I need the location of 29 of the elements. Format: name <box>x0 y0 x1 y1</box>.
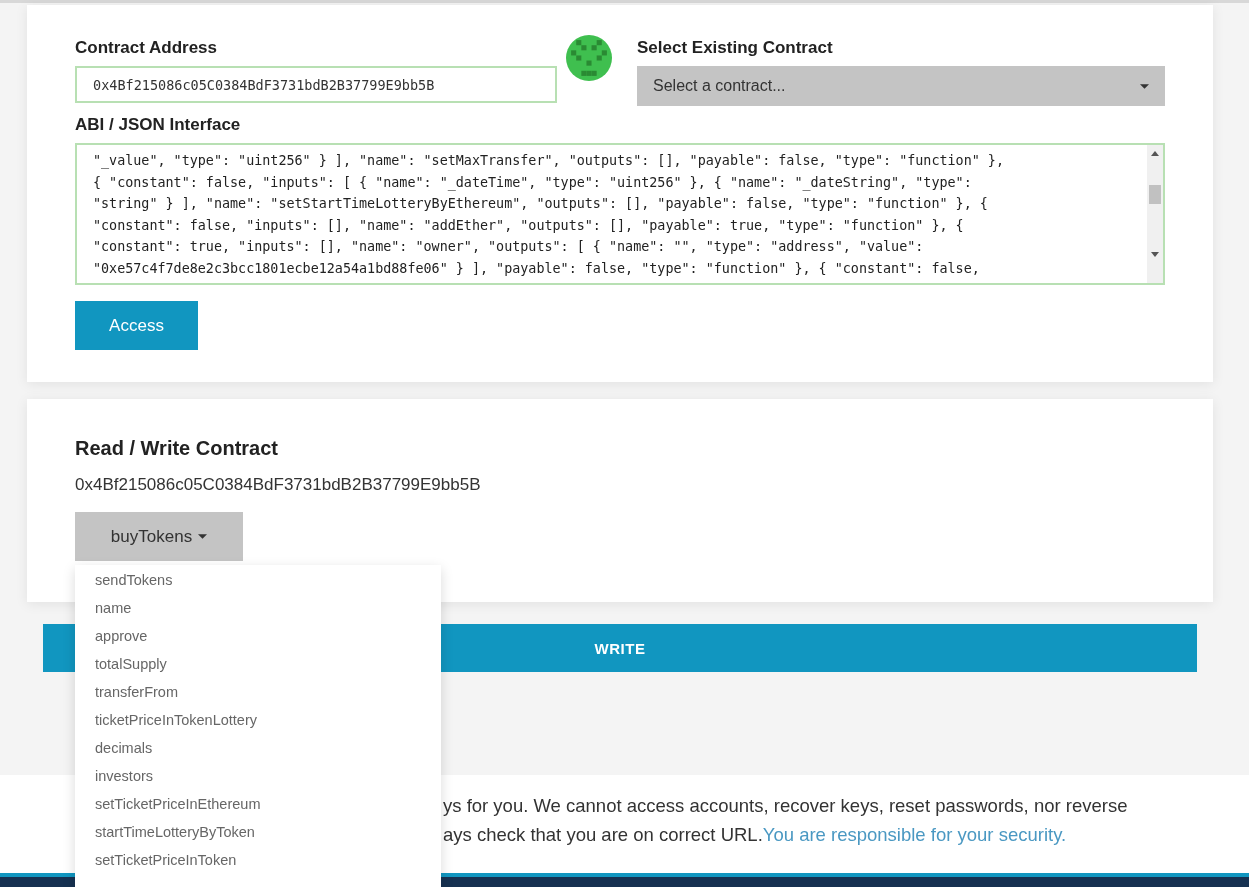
caret-icon <box>198 534 208 539</box>
menu-item[interactable]: decimals <box>75 734 441 762</box>
security-link[interactable]: You are responsible for your security. <box>762 824 1067 845</box>
menu-item[interactable]: transferFrom <box>75 678 441 706</box>
menu-item[interactable]: sendTokens <box>75 566 441 594</box>
scroll-thumb[interactable] <box>1149 185 1161 204</box>
access-button[interactable]: Access <box>75 301 198 350</box>
abi-label: ABI / JSON Interface <box>75 115 242 136</box>
function-dropdown-button[interactable]: buyTokens <box>75 512 243 561</box>
select-contract-label: Select Existing Contract <box>637 38 834 59</box>
disclaimer-text: ys for you. We cannot access accounts, recover keys, reset passwords, nor reverse <box>443 794 1129 818</box>
contract-select[interactable]: Select a contract... <box>637 66 1165 106</box>
menu-item[interactable]: setTicketPriceInEthereum <box>75 790 441 818</box>
menu-item[interactable]: ticketPriceInTokenLottery <box>75 706 441 734</box>
menu-item[interactable]: setTicketPriceInToken <box>75 846 441 874</box>
contract-address-field[interactable]: 0x4Bf215086c05C0384BdF3731bdB2B37799E9bb5B <box>75 66 557 103</box>
disclaimer-text: ays check that you are on correct URL.You are responsible for your security. <box>443 823 1068 847</box>
scroll-up-icon[interactable] <box>1151 151 1159 156</box>
scroll-down-icon[interactable] <box>1151 252 1159 257</box>
abi-textarea[interactable]: "_value", "type": "uint256" } ], "name": "setMaxTransfer", "outputs": [], "payable": false, "type": "function" }, { "constant": false, "inputs": [ { "name": "_dateTime", "type": "uint256" }, { "name": "_dateString", "type": "string" } ], "name": "setStartTimeLotteryByEthereum", "outputs": [], "payable": false, "type": "function" }, { "constant": false, "inputs": [], "name": "addEther", "outputs": [], "payable": true, "type": "function" }, { "constant": true, "inputs": [], "name": "owner", "outputs": [ { "name": "", "type": "address", "value": "0xe57c4f7de8e2c3bcc1801ecbe12a54a1bd88fe06" } ], "payable": false, "type": "function" }, { "constant": false, <box>75 143 1165 285</box>
menu-item[interactable]: startTimeLotteryByToken <box>75 818 441 846</box>
menu-item[interactable]: investors <box>75 762 441 790</box>
section-title: Read / Write Contract <box>75 437 279 460</box>
menu-item[interactable]: approve <box>75 622 441 650</box>
caret-icon <box>1140 83 1149 89</box>
contract-address-label: Contract Address <box>75 38 218 59</box>
contract-address: 0x4Bf215086c05C0384BdF3731bdB2B37799E9bb5B <box>75 475 482 495</box>
menu-item[interactable]: name <box>75 594 441 622</box>
identicon-icon <box>566 35 612 81</box>
